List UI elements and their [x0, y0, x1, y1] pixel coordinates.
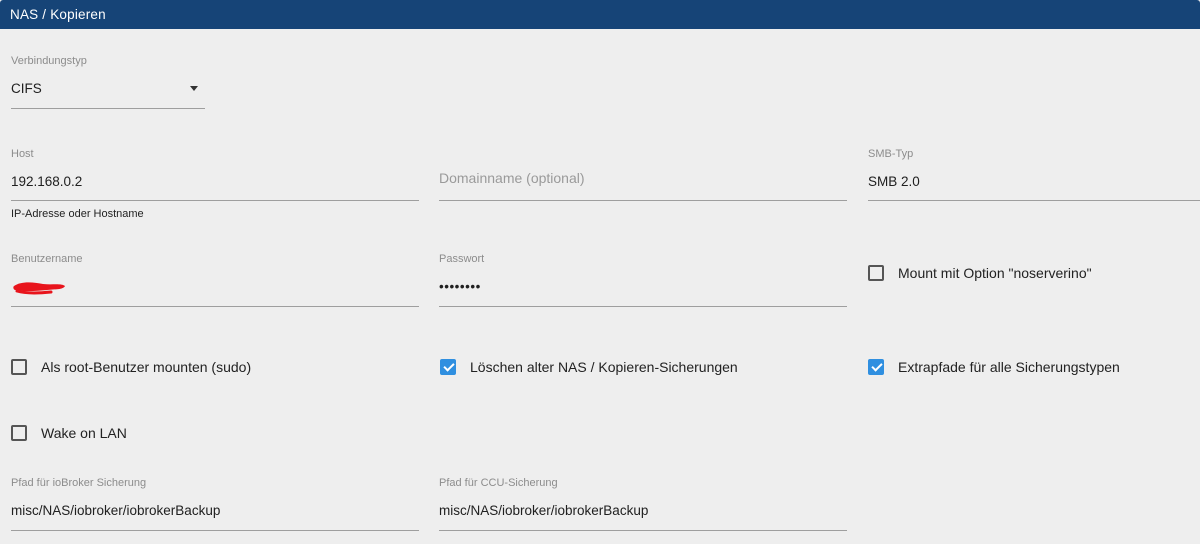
connection-type-label: Verbindungstyp [11, 55, 87, 67]
sudo-checkbox-row[interactable]: Als root-Benutzer mounten (sudo) [11, 359, 251, 375]
extra-paths-checkbox-row[interactable]: Extrapfade für alle Sicherungstypen [868, 359, 1120, 375]
smb-type-label: SMB-Typ [868, 148, 914, 160]
extra-paths-label: Extrapfade für alle Sicherungstypen [898, 359, 1120, 375]
iobroker-path-input[interactable]: misc/NAS/iobroker/iobrokerBackup [11, 503, 220, 518]
smb-type-value: SMB 2.0 [868, 174, 920, 189]
wake-on-lan-checkbox[interactable] [11, 425, 27, 441]
ccu-path-label: Pfad für CCU-Sicherung [439, 477, 558, 489]
sudo-checkbox[interactable] [11, 359, 27, 375]
iobroker-path-underline [11, 530, 419, 531]
noserverino-checkbox-row[interactable]: Mount mit Option "noserverino" [868, 265, 1092, 281]
host-helper-text: IP-Adresse oder Hostname [11, 208, 144, 220]
delete-old-checkbox[interactable] [440, 359, 456, 375]
delete-old-label: Löschen alter NAS / Kopieren-Sicherungen [470, 359, 738, 375]
wake-on-lan-label: Wake on LAN [41, 425, 127, 441]
domain-field[interactable]: Domainname (optional) [439, 148, 847, 202]
iobroker-path-label: Pfad für ioBroker Sicherung [11, 477, 147, 489]
connection-type-underline [11, 108, 205, 109]
connection-type-select[interactable]: Verbindungstyp CIFS [11, 55, 205, 109]
password-label: Passwort [439, 253, 485, 265]
username-underline [11, 306, 419, 307]
chevron-down-icon[interactable] [190, 86, 198, 91]
delete-old-checkbox-row[interactable]: Löschen alter NAS / Kopieren-Sicherungen [440, 359, 738, 375]
host-label: Host [11, 148, 34, 160]
domain-underline [439, 200, 847, 201]
ccu-path-input[interactable]: misc/NAS/iobroker/iobrokerBackup [439, 503, 648, 518]
host-underline [11, 200, 419, 201]
smb-type-select[interactable]: SMB-Typ SMB 2.0 [868, 148, 1200, 202]
panel-title: NAS / Kopieren [10, 7, 106, 22]
panel-header: NAS / Kopieren [0, 0, 1200, 29]
username-label: Benutzername [11, 253, 83, 265]
ccu-path-field[interactable]: Pfad für CCU-Sicherung misc/NAS/iobroker… [439, 477, 847, 531]
password-underline [439, 306, 847, 307]
host-input[interactable]: 192.168.0.2 [11, 174, 82, 189]
smb-type-underline [868, 200, 1200, 201]
password-field[interactable]: Passwort •••••••• [439, 253, 847, 307]
ccu-path-underline [439, 530, 847, 531]
domain-input[interactable]: Domainname (optional) [439, 170, 585, 186]
host-field[interactable]: Host 192.168.0.2 IP-Adresse oder Hostnam… [11, 148, 419, 224]
iobroker-path-field[interactable]: Pfad für ioBroker Sicherung misc/NAS/iob… [11, 477, 419, 531]
password-input[interactable]: •••••••• [439, 279, 481, 294]
wake-on-lan-checkbox-row[interactable]: Wake on LAN [11, 425, 127, 441]
noserverino-label: Mount mit Option "noserverino" [898, 265, 1092, 281]
redaction-scribble [13, 282, 65, 295]
extra-paths-checkbox[interactable] [868, 359, 884, 375]
username-field[interactable]: Benutzername [11, 253, 419, 307]
noserverino-checkbox[interactable] [868, 265, 884, 281]
sudo-label: Als root-Benutzer mounten (sudo) [41, 359, 252, 375]
connection-type-value: CIFS [11, 81, 42, 96]
